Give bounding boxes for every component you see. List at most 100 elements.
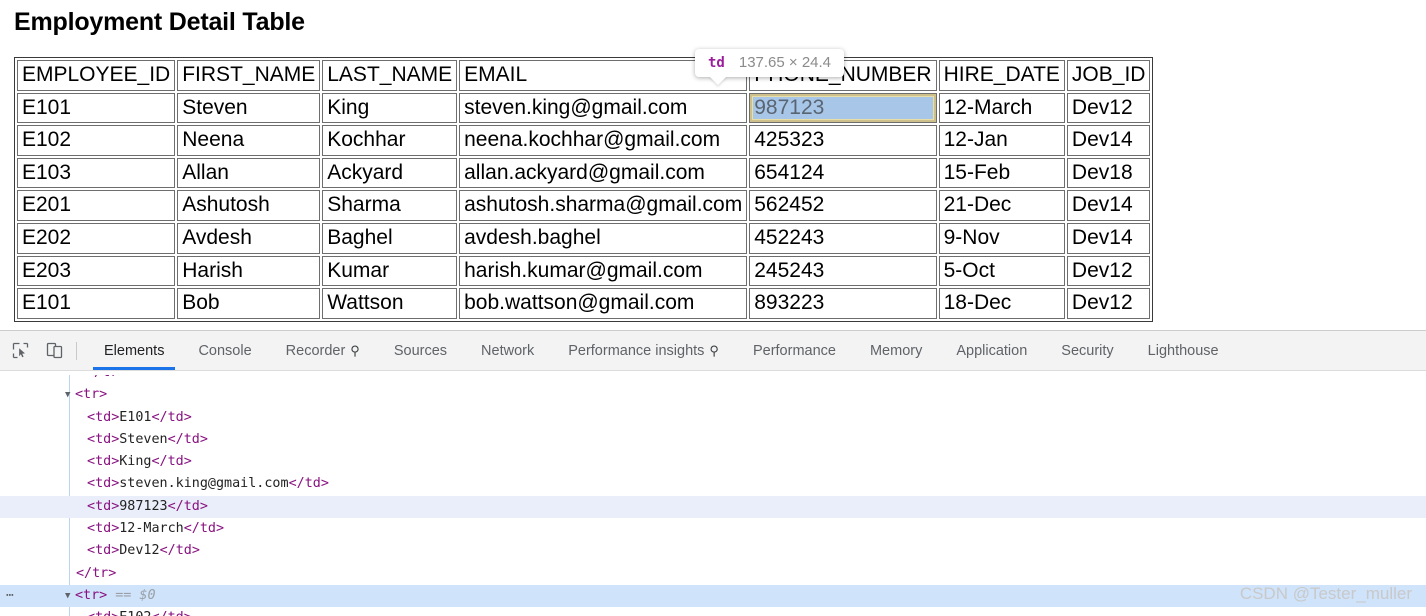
column-header-last-name: LAST_NAME (322, 60, 458, 91)
dom-tree-clip-mask (0, 371, 1426, 375)
more-options-icon[interactable]: ⋯ (6, 589, 15, 602)
dom-open-tag: <tr> (75, 387, 108, 403)
dom-line[interactable]: <td>Dev12</td> (0, 540, 1426, 562)
selected-node-reference: == $0 (115, 587, 156, 603)
cell-phone-number-inspected[interactable]: 987123 (749, 92, 937, 124)
tab-console[interactable]: Console (181, 331, 268, 370)
tab-security[interactable]: Security (1044, 331, 1130, 370)
cell-employee-id: E202 (17, 223, 176, 254)
devtools-panel: Elements Console Recorder ⚲ Sources Netw… (0, 330, 1426, 616)
dom-line[interactable]: <td>Steven</td> (0, 429, 1426, 451)
cell-phone-number: 245243 (749, 255, 937, 287)
dom-text: Steven (119, 431, 168, 447)
dom-tag: td (95, 431, 112, 447)
tab-elements[interactable]: Elements (87, 331, 181, 370)
cell-employee-id: E101 (17, 288, 176, 319)
table-row: E101 Steven King steven.king@gmail.com 9… (17, 92, 1151, 124)
table-header-row: EMPLOYEE_ID FIRST_NAME LAST_NAME EMAIL P… (17, 60, 1151, 91)
dom-text: King (119, 454, 152, 470)
page-title: Employment Detail Table (14, 8, 305, 36)
tab-label: Security (1061, 342, 1114, 359)
cell-last-name: Ackyard (322, 157, 458, 189)
inspect-element-icon[interactable] (6, 337, 34, 365)
cell-email: neena.kochhar@gmail.com (459, 125, 748, 156)
dom-line-hovered[interactable]: <td>987123</td> (0, 495, 1426, 519)
cell-email: steven.king@gmail.com (459, 92, 748, 124)
tab-label: Console (198, 342, 252, 359)
cell-employee-id: E203 (17, 255, 176, 287)
dom-line[interactable]: <td>steven.king@gmail.com</td> (0, 473, 1426, 495)
cell-job-id: Dev14 (1066, 223, 1151, 254)
cell-job-id: Dev14 (1066, 125, 1151, 156)
dom-line[interactable]: <td>E101</td> (0, 407, 1426, 429)
column-header-job-id: JOB_ID (1066, 60, 1151, 91)
dom-tree-panel[interactable]: </tr> ▼ <tr> <td>E101</td> <td>Steven</td… (0, 371, 1426, 616)
cell-job-id: Dev12 (1066, 255, 1151, 287)
table-row: E103 Allan Ackyard allan.ackyard@gmail.c… (17, 157, 1151, 189)
tab-label: Lighthouse (1147, 342, 1219, 359)
cell-first-name: Bob (177, 288, 321, 319)
tab-performance-insights[interactable]: Performance insights ⚲ (551, 331, 736, 370)
dom-tag-close: td (199, 521, 216, 537)
tab-label: Elements (104, 342, 165, 359)
dom-line[interactable]: <td>12-March</td> (0, 518, 1426, 540)
cell-email: harish.kumar@gmail.com (459, 255, 748, 287)
expand-triangle-icon[interactable]: ▼ (65, 384, 75, 406)
dom-text: 987123 (119, 498, 168, 514)
tab-label: Performance (752, 342, 836, 359)
cell-hire-date: 12-Jan (938, 125, 1065, 156)
tab-sources[interactable]: Sources (377, 331, 464, 370)
dom-tag: td (95, 610, 111, 616)
cell-email: bob.wattson@gmail.com (459, 288, 748, 319)
dom-line[interactable]: </tr> (0, 563, 1426, 585)
toolbar-divider (76, 341, 77, 360)
cell-hire-date: 21-Dec (938, 190, 1065, 222)
dom-tag: td (95, 498, 112, 514)
tab-lighthouse[interactable]: Lighthouse (1131, 331, 1236, 370)
dom-line[interactable]: <td>King</td> (0, 451, 1426, 473)
cell-job-id: Dev12 (1066, 288, 1151, 319)
dom-line[interactable]: <td>E102</td> (0, 607, 1426, 616)
dom-close-tag: </tr> (76, 565, 117, 581)
cell-last-name: King (322, 92, 458, 124)
dom-tag-close: td (175, 543, 192, 559)
table-row: E201 Ashutosh Sharma ashutosh.sharma@gma… (17, 190, 1151, 222)
cell-hire-date: 15-Feb (938, 157, 1065, 189)
cell-hire-date: 12-March (938, 92, 1065, 124)
cell-last-name: Baghel (322, 223, 458, 254)
cell-last-name: Kochhar (322, 125, 458, 156)
tab-memory[interactable]: Memory (853, 331, 939, 370)
cell-phone-number: 654124 (749, 157, 937, 189)
dom-tag-close: td (183, 431, 200, 447)
cell-phone-number: 893223 (749, 288, 937, 319)
table-row: E102 Neena Kochhar neena.kochhar@gmail.c… (17, 125, 1151, 156)
dom-tag: td (95, 521, 112, 537)
tab-performance[interactable]: Performance (736, 331, 853, 370)
tooltip-arrow-icon (709, 76, 727, 85)
tab-application[interactable]: Application (939, 331, 1044, 370)
dom-line-selected[interactable]: ⋯ ▼ <tr> == $0 (0, 584, 1426, 608)
dom-tag-close: td (167, 409, 184, 425)
dom-text: 12-March (119, 521, 184, 537)
dom-tag: td (95, 409, 112, 425)
cell-phone-number: 452243 (749, 223, 937, 254)
tab-network[interactable]: Network (464, 331, 551, 370)
device-toolbar-icon[interactable] (40, 337, 68, 365)
column-header-employee-id: EMPLOYEE_ID (17, 60, 176, 91)
dom-text: Dev12 (119, 543, 160, 559)
expand-triangle-icon[interactable]: ▼ (65, 585, 75, 607)
tab-recorder[interactable]: Recorder ⚲ (269, 331, 377, 370)
cell-job-id: Dev14 (1066, 190, 1151, 222)
dom-tag-close: td (167, 454, 184, 470)
dom-tag-close: td (168, 610, 184, 616)
dom-tag: td (95, 476, 112, 492)
dom-text: E102 (119, 610, 151, 616)
inspector-size-tooltip: td 137.65 × 24.4 (695, 49, 845, 85)
dom-open-tag: <tr> (75, 587, 108, 603)
devtools-toolbar: Elements Console Recorder ⚲ Sources Netw… (0, 331, 1426, 371)
tab-label: Recorder (285, 342, 346, 359)
cell-first-name: Avdesh (177, 223, 321, 254)
dom-line[interactable]: ▼ <tr> (0, 384, 1426, 406)
cell-first-name: Harish (177, 255, 321, 287)
table-row: E202 Avdesh Baghel avdesh.baghel 452243 … (17, 223, 1151, 254)
